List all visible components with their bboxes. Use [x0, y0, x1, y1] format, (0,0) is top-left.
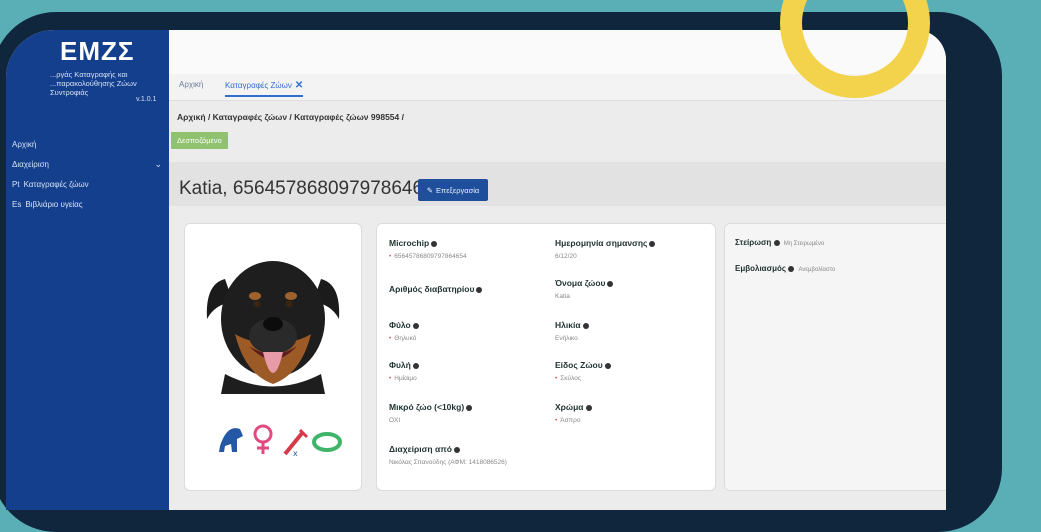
- microchip-field: Microchip • 65645786809797864654: [389, 238, 467, 260]
- field-value: Σκύλος: [560, 375, 582, 382]
- vaccination-field: Εμβολιασμός Ανεμβολίαστο: [735, 264, 835, 273]
- field-label: Όνομα ζώου: [555, 278, 606, 288]
- field-value: Άσπρο: [560, 417, 581, 424]
- field-label: Ημερομηνία σημανσης: [555, 238, 648, 248]
- info-icon[interactable]: [431, 240, 438, 247]
- photo-card: x: [184, 223, 362, 491]
- sidebar-item-management[interactable]: Διαχείριση ⌄: [12, 154, 162, 174]
- field-value: 6/12/20: [555, 253, 577, 260]
- health-card: Στείρωση Μη Στειρωμένο Εμβολιασμός Ανεμβ…: [724, 223, 946, 491]
- chevron-down-icon: ⌄: [154, 158, 162, 169]
- field-label: Είδος Ζώου: [555, 360, 603, 370]
- health-book-icon: Εs: [12, 199, 22, 209]
- info-icon[interactable]: [607, 280, 614, 287]
- icon-row: x: [219, 424, 342, 458]
- sidebar-item-label: Βιβλιάριο υγείας: [25, 199, 83, 209]
- field-label: Εμβολιασμός: [735, 264, 787, 273]
- marking-date-field: Ημερομηνία σημανσης 6/12/20: [555, 238, 656, 260]
- tab-label: Αρχική: [179, 80, 204, 89]
- field-value: Νικόλας Σπανούδης (ΑΦΜ: 1418086526): [389, 459, 507, 466]
- species-field: Είδος Ζώου • Σκύλος: [555, 360, 611, 382]
- field-label: Στείρωση: [735, 238, 772, 247]
- info-icon[interactable]: [466, 404, 473, 411]
- edit-icon: ✎: [426, 185, 434, 195]
- info-icon[interactable]: [412, 322, 419, 329]
- info-icon[interactable]: [649, 240, 656, 247]
- sidebar-item-label: Καταγραφές ζώων: [23, 179, 89, 189]
- field-value: ΟΧΙ: [389, 417, 401, 424]
- info-icon[interactable]: [773, 239, 780, 246]
- breed-field: Φυλή • Ημίαιμο: [389, 360, 419, 382]
- field-value: Ανεμβολίαστο: [798, 267, 836, 273]
- field-value: 65645786809797864654: [394, 253, 467, 260]
- info-icon[interactable]: [412, 362, 419, 369]
- field-label: Μικρό ζώο (<10kg): [389, 402, 465, 412]
- app-version: v.1.0.1: [136, 96, 157, 103]
- main-content: Αρχική Καταγραφές Ζώων ✕ Αρχική / Καταγρα…: [169, 30, 946, 510]
- field-label: Φύλο: [389, 320, 411, 330]
- info-icon[interactable]: [788, 265, 795, 272]
- app-screen: ΕΜΖΣ ...ργάς Καταγραφής και ...παρακολού…: [6, 30, 946, 510]
- app-subtitle: ...ργάς Καταγραφής και ...παρακολούθησης…: [50, 70, 137, 97]
- tab-pet-records[interactable]: Καταγραφές Ζώων ✕: [225, 80, 304, 97]
- managed-by-field: Διαχείριση από Νικόλας Σπανούδης (ΑΦΜ: 1…: [389, 444, 507, 466]
- field-value: Θηλυκό: [394, 335, 417, 342]
- age-field: Ηλικία Ενήλικο: [555, 320, 589, 342]
- sidebar-item-home[interactable]: Αρχική: [12, 134, 162, 154]
- edit-button[interactable]: ✎ Επεξεργασία: [418, 179, 488, 201]
- info-icon[interactable]: [604, 362, 611, 369]
- sidebar-item-health-book[interactable]: Εs Βιβλιάριο υγείας: [12, 194, 162, 214]
- sidebar-item-pet-records[interactable]: Pt Καταγραφές ζώων: [12, 174, 162, 194]
- passport-field: Αριθμός διαβατηρίου: [389, 284, 483, 294]
- info-icon[interactable]: [585, 404, 592, 411]
- small-animal-field: Μικρό ζώο (<10kg) ΟΧΙ: [389, 402, 473, 424]
- sidebar: ΕΜΖΣ ...ργάς Καταγραφής και ...παρακολού…: [6, 30, 169, 510]
- sidebar-nav: Αρχική Διαχείριση ⌄ Pt Καταγραφές ζώων Ε…: [12, 134, 162, 214]
- animal-name-field: Όνομα ζώου Katia: [555, 278, 614, 300]
- field-label: Microchip: [389, 238, 430, 248]
- status-badge: Δεσποζόμενο: [171, 132, 228, 149]
- sidebar-item-label: Αρχική: [12, 139, 37, 149]
- sex-field: Φύλο • Θηλυκό: [389, 320, 419, 342]
- close-icon[interactable]: ✕: [295, 80, 303, 91]
- info-icon[interactable]: [582, 322, 589, 329]
- field-value: Μη Στειρωμένο: [783, 241, 825, 247]
- tab-home[interactable]: Αρχική: [179, 80, 203, 89]
- field-value: Katia: [555, 293, 570, 300]
- pet-photo: x: [206, 261, 342, 458]
- tab-label: Καταγραφές Ζώων: [225, 81, 292, 90]
- breadcrumb: Αρχική / Καταγραφές ζώων / Καταγραφές ζώ…: [177, 112, 404, 122]
- app-logo: ΕΜΖΣ: [60, 36, 135, 66]
- page-title: Katia, 65645786809797864654: [179, 178, 445, 199]
- field-value: Ημίαιμο: [394, 375, 417, 382]
- color-field: Χρώμα • Άσπρο: [555, 402, 592, 424]
- info-card: Microchip • 65645786809797864654 Ημερομην…: [376, 223, 716, 491]
- info-icon[interactable]: [476, 286, 483, 293]
- info-icon[interactable]: [453, 446, 460, 453]
- pet-records-icon: Pt: [12, 179, 20, 189]
- field-label: Ηλικία: [555, 320, 581, 330]
- svg-text:x: x: [293, 449, 298, 458]
- field-label: Αριθμός διαβατηρίου: [389, 284, 475, 294]
- sterilization-field: Στείρωση Μη Στειρωμένο: [735, 238, 824, 247]
- edit-button-label: Επεξεργασία: [436, 185, 480, 195]
- field-label: Χρώμα: [555, 402, 584, 412]
- field-label: Φυλή: [389, 360, 411, 370]
- field-label: Διαχείριση από: [389, 444, 452, 454]
- field-value: Ενήλικο: [555, 335, 578, 342]
- sidebar-item-label: Διαχείριση: [12, 159, 50, 169]
